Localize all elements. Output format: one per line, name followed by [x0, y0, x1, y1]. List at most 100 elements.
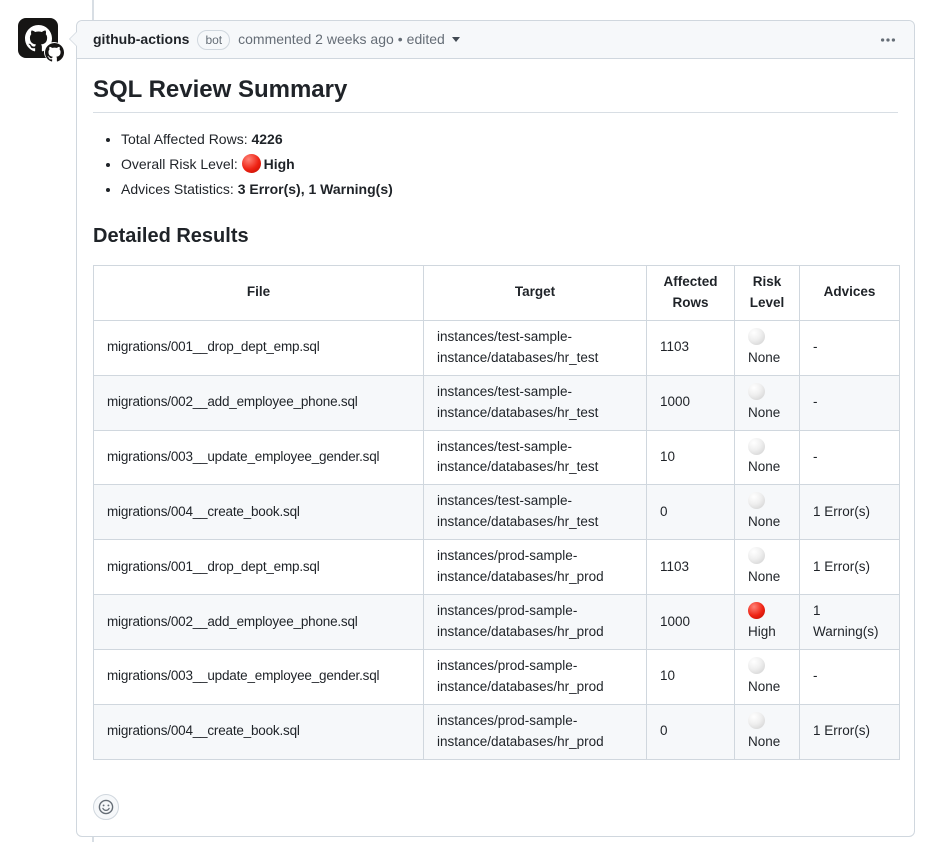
target-cell: instances/test-sample-instance/databases…	[424, 485, 647, 540]
risk-circle-icon	[748, 712, 765, 729]
risk-level-cell: None	[735, 485, 800, 540]
target-cell: instances/prod-sample-instance/databases…	[424, 704, 647, 759]
target-cell: instances/prod-sample-instance/databases…	[424, 649, 647, 704]
risk-level-cell: None	[735, 704, 800, 759]
section-title: Detailed Results	[93, 224, 898, 249]
smiley-icon	[98, 799, 114, 815]
advices-cell: -	[800, 430, 900, 485]
bot-badge: bot	[197, 30, 230, 50]
github-issue-comment-page: { "colors": { "border": "#d0d7de", "head…	[0, 0, 930, 842]
summary-list: Total Affected Rows: 4226 Overall Risk L…	[93, 129, 898, 200]
speech-caret-icon-inner	[70, 31, 78, 47]
risk-circle-icon	[748, 602, 765, 619]
target-cell: instances/test-sample-instance/databases…	[424, 320, 647, 375]
column-header-advices: Advices	[800, 266, 900, 321]
author-link[interactable]: github-actions	[93, 29, 189, 50]
table-row: migrations/004__create_book.sql instance…	[94, 704, 900, 759]
file-cell: migrations/004__create_book.sql	[94, 704, 424, 759]
target-cell: instances/prod-sample-instance/databases…	[424, 595, 647, 650]
risk-level-label: None	[748, 405, 780, 420]
table-row: migrations/003__update_employee_gender.s…	[94, 649, 900, 704]
table-row: migrations/004__create_book.sql instance…	[94, 485, 900, 540]
advices-cell: -	[800, 375, 900, 430]
affected-rows-cell: 1103	[647, 540, 735, 595]
meta-separator: •	[398, 29, 403, 50]
affected-rows-cell: 0	[647, 485, 735, 540]
risk-circle-icon	[748, 657, 765, 674]
risk-level-cell: None	[735, 375, 800, 430]
affected-rows-cell: 1000	[647, 375, 735, 430]
file-cell: migrations/001__drop_dept_emp.sql	[94, 540, 424, 595]
summary-item-advices-stats: Advices Statistics: 3 Error(s), 1 Warnin…	[121, 179, 898, 200]
timeline-line-top	[92, 0, 94, 20]
risk-circle-icon	[748, 438, 765, 455]
column-header-affected-rows: Affected Rows	[647, 266, 735, 321]
comment-options-button[interactable]	[878, 30, 898, 50]
column-header-risk-level: Risk Level	[735, 266, 800, 321]
edited-dropdown[interactable]: edited	[407, 29, 460, 50]
target-cell: instances/prod-sample-instance/databases…	[424, 540, 647, 595]
advices-cell: 1 Error(s)	[800, 485, 900, 540]
risk-level-label: High	[748, 624, 776, 639]
table-row: migrations/001__drop_dept_emp.sql instan…	[94, 540, 900, 595]
file-cell: migrations/003__update_employee_gender.s…	[94, 649, 424, 704]
risk-level-label: None	[748, 679, 780, 694]
results-table: File Target Affected Rows Risk Level Adv…	[93, 265, 900, 760]
kebab-horizontal-icon	[880, 32, 896, 48]
advices-cell: -	[800, 649, 900, 704]
advices-cell: 1 Warning(s)	[800, 595, 900, 650]
comment-header: github-actions bot commented 2 weeks ago…	[77, 21, 914, 59]
file-cell: migrations/002__add_employee_phone.sql	[94, 375, 424, 430]
triangle-down-icon	[452, 37, 460, 42]
table-row: migrations/001__drop_dept_emp.sql instan…	[94, 320, 900, 375]
advices-cell: 1 Error(s)	[800, 704, 900, 759]
risk-circle-icon	[748, 383, 765, 400]
risk-level-cell: None	[735, 320, 800, 375]
timestamp-link[interactable]: commented 2 weeks ago	[238, 29, 394, 50]
summary-label: Overall Risk Level:	[121, 156, 242, 172]
risk-level-label: None	[748, 734, 780, 749]
risk-level-label: None	[748, 459, 780, 474]
summary-value: 3 Error(s), 1 Warning(s)	[238, 181, 393, 197]
table-header-row: File Target Affected Rows Risk Level Adv…	[94, 266, 900, 321]
risk-level-cell: High	[735, 595, 800, 650]
risk-level-label: None	[748, 350, 780, 365]
target-cell: instances/test-sample-instance/databases…	[424, 430, 647, 485]
risk-circle-icon	[748, 492, 765, 509]
column-header-target: Target	[424, 266, 647, 321]
advices-cell: 1 Error(s)	[800, 540, 900, 595]
add-reaction-button[interactable]	[93, 794, 119, 820]
risk-level-label: None	[748, 514, 780, 529]
risk-level-label: None	[748, 569, 780, 584]
summary-label: Advices Statistics:	[121, 181, 238, 197]
affected-rows-cell: 10	[647, 649, 735, 704]
summary-value: High	[264, 156, 295, 172]
risk-level-cell: None	[735, 649, 800, 704]
table-row: migrations/002__add_employee_phone.sql i…	[94, 595, 900, 650]
file-cell: migrations/003__update_employee_gender.s…	[94, 430, 424, 485]
affected-rows-cell: 1000	[647, 595, 735, 650]
table-row: migrations/002__add_employee_phone.sql i…	[94, 375, 900, 430]
target-cell: instances/test-sample-instance/databases…	[424, 375, 647, 430]
risk-circle-icon	[748, 328, 765, 345]
page-title: SQL Review Summary	[93, 75, 898, 113]
file-cell: migrations/004__create_book.sql	[94, 485, 424, 540]
summary-label: Total Affected Rows:	[121, 131, 251, 147]
bot-badge-octocat-icon	[44, 42, 64, 62]
affected-rows-cell: 10	[647, 430, 735, 485]
affected-rows-cell: 1103	[647, 320, 735, 375]
red-circle-icon	[242, 154, 261, 173]
summary-item-total-rows: Total Affected Rows: 4226	[121, 129, 898, 150]
risk-circle-icon	[748, 547, 765, 564]
file-cell: migrations/002__add_employee_phone.sql	[94, 595, 424, 650]
risk-level-cell: None	[735, 540, 800, 595]
comment-card: github-actions bot commented 2 weeks ago…	[76, 20, 915, 837]
summary-item-risk-level: Overall Risk Level: High	[121, 154, 898, 175]
comment-body: SQL Review Summary Total Affected Rows: …	[77, 59, 914, 836]
file-cell: migrations/001__drop_dept_emp.sql	[94, 320, 424, 375]
risk-level-cell: None	[735, 430, 800, 485]
edited-label: edited	[407, 29, 445, 50]
advices-cell: -	[800, 320, 900, 375]
affected-rows-cell: 0	[647, 704, 735, 759]
results-table-body: migrations/001__drop_dept_emp.sql instan…	[94, 320, 900, 759]
